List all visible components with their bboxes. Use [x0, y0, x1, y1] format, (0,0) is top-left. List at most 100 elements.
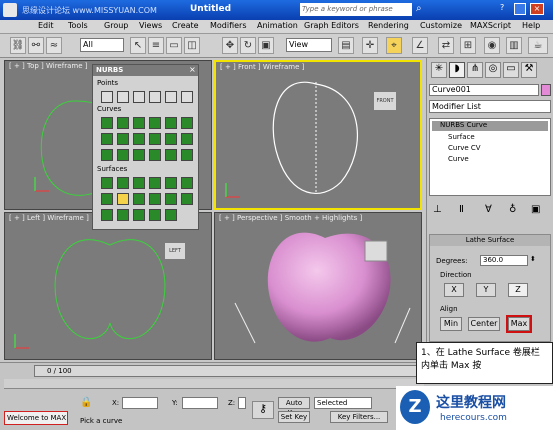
utilities-tab-icon[interactable]: ⚒: [521, 62, 537, 78]
snap-toggle-icon[interactable]: ⌖: [386, 37, 402, 54]
menu-tools[interactable]: Tools: [68, 21, 88, 30]
hierarchy-tab-icon[interactable]: ⋔: [467, 62, 483, 78]
chamfer-curve-icon[interactable]: [117, 133, 129, 145]
y-coordinate-field[interactable]: [182, 397, 218, 409]
blend-curve-icon[interactable]: [165, 117, 177, 129]
select-object-icon[interactable]: ↖: [130, 37, 146, 54]
lock-selection-icon[interactable]: 🔒: [80, 397, 92, 408]
menu-views[interactable]: Views: [139, 21, 162, 30]
pin-stack-icon[interactable]: ⊥: [433, 204, 442, 215]
menu-help[interactable]: Help: [522, 21, 540, 30]
normal-projected-curve-icon[interactable]: [101, 149, 113, 161]
fillet-surface-icon[interactable]: [165, 209, 177, 221]
mirror-icon[interactable]: ⇄: [438, 37, 454, 54]
vector-projected-curve-icon[interactable]: [117, 149, 129, 161]
multicurve-trim-icon[interactable]: [149, 209, 161, 221]
transform-surface-icon[interactable]: [133, 177, 145, 189]
fit-curve-icon[interactable]: [133, 117, 145, 129]
u-iso-curve-icon[interactable]: [165, 133, 177, 145]
menu-edit[interactable]: Edit: [38, 21, 54, 30]
nurbs-toolbox[interactable]: NURBS × Points Curves Surfaces: [92, 64, 199, 230]
angle-snap-icon[interactable]: ∠: [412, 37, 428, 54]
configure-modifier-sets-icon[interactable]: ▣: [531, 204, 540, 215]
search-input[interactable]: Type a keyword or phrase: [300, 3, 412, 16]
surface-surface-intersection-icon[interactable]: [149, 133, 161, 145]
mirror-curve-icon[interactable]: [101, 133, 113, 145]
fillet-curve-icon[interactable]: [133, 133, 145, 145]
direction-x-button[interactable]: X: [444, 283, 464, 297]
track-bar[interactable]: [4, 379, 424, 389]
display-tab-icon[interactable]: ▭: [503, 62, 519, 78]
multisided-blend-icon[interactable]: [133, 209, 145, 221]
degrees-spinner-icon[interactable]: ⬍: [530, 255, 536, 263]
bind-space-warp-icon[interactable]: ≈: [46, 37, 62, 54]
viewport-front[interactable]: [ + ] Front ] Wireframe ] FRONT: [214, 60, 422, 210]
modifier-stack[interactable]: NURBS Curve Surface Curve CV Curve: [429, 118, 551, 196]
align-max-button[interactable]: Max: [506, 315, 532, 333]
auto-key-button[interactable]: Auto Key: [278, 397, 310, 417]
menu-customize[interactable]: Customize: [420, 21, 462, 30]
blend-surface-icon[interactable]: [149, 177, 161, 189]
render-icon[interactable]: ☕: [528, 37, 548, 54]
reference-coordinate-select[interactable]: View: [286, 38, 332, 52]
viewport-perspective[interactable]: [ + ] Perspective ] Smooth + Highlights …: [214, 212, 422, 360]
stack-item-nurbs-curve[interactable]: NURBS Curve: [432, 121, 548, 131]
unlink-icon[interactable]: ⚯: [28, 37, 44, 54]
align-center-button[interactable]: Center: [468, 317, 500, 331]
make-unique-icon[interactable]: ∀: [485, 204, 492, 215]
select-by-name-icon[interactable]: ≡: [148, 37, 164, 54]
stack-item-curve-cv[interactable]: Curve CV: [448, 144, 481, 152]
close-icon[interactable]: ×: [189, 65, 196, 74]
extrude-surface-icon[interactable]: [101, 193, 113, 205]
point-curve-icon[interactable]: [117, 117, 129, 129]
set-key-button[interactable]: Set Key: [278, 411, 310, 423]
point-curve-on-surface-icon[interactable]: [149, 149, 161, 161]
rotate-icon[interactable]: ↻: [240, 37, 256, 54]
key-icon[interactable]: ⚷: [252, 401, 274, 419]
viewport-left[interactable]: [ + ] Left ] Wireframe ] LEFT: [4, 212, 212, 360]
link-icon[interactable]: ⛓: [10, 37, 26, 54]
modify-tab-icon[interactable]: ◗: [449, 62, 465, 78]
menu-create[interactable]: Create: [172, 21, 199, 30]
point-surface-icon[interactable]: [117, 177, 129, 189]
motion-tab-icon[interactable]: ◎: [485, 62, 501, 78]
x-coordinate-field[interactable]: [122, 397, 158, 409]
curve-curve-point-icon[interactable]: [149, 91, 161, 103]
render-setup-icon[interactable]: ▥: [506, 37, 522, 54]
offset-curve-icon[interactable]: [181, 117, 193, 129]
transform-curve-icon[interactable]: [149, 117, 161, 129]
mirror-surface-icon[interactable]: [181, 177, 193, 189]
key-mode-select[interactable]: Selected: [314, 397, 372, 409]
menu-group[interactable]: Group: [104, 21, 128, 30]
create-tab-icon[interactable]: ✳: [431, 62, 447, 78]
stack-item-surface[interactable]: Surface: [448, 133, 475, 141]
ruled-surface-icon[interactable]: [133, 193, 145, 205]
time-slider[interactable]: 0 / 100: [34, 365, 424, 377]
menu-graph-editors[interactable]: Graph Editors: [304, 21, 359, 30]
surface-curve-point-icon[interactable]: [181, 91, 193, 103]
material-editor-icon[interactable]: ◉: [484, 37, 500, 54]
offset-point-icon[interactable]: [117, 91, 129, 103]
direction-z-button[interactable]: Z: [508, 283, 528, 297]
help-icon[interactable]: ?: [500, 3, 504, 12]
cv-surface-icon[interactable]: [101, 177, 113, 189]
modifier-list-select[interactable]: Modifier List: [429, 100, 551, 113]
offset-surface-icon[interactable]: [165, 177, 177, 189]
direction-y-button[interactable]: Y: [476, 283, 496, 297]
surface-offset-curve-icon[interactable]: [165, 149, 177, 161]
create-point-icon[interactable]: [101, 91, 113, 103]
move-icon[interactable]: ✥: [222, 37, 238, 54]
surface-edge-curve-icon[interactable]: [181, 149, 193, 161]
menu-maxscript[interactable]: MAXScript: [470, 21, 511, 30]
selection-filter-select[interactable]: All: [80, 38, 124, 52]
menu-modifiers[interactable]: Modifiers: [210, 21, 247, 30]
close-button[interactable]: ×: [530, 3, 544, 15]
cv-curve-icon[interactable]: [101, 117, 113, 129]
key-filters-button[interactable]: Key Filters...: [330, 411, 388, 423]
object-color-swatch[interactable]: [541, 84, 551, 96]
degrees-input[interactable]: 360.0: [480, 255, 528, 266]
pivot-icon[interactable]: ▤: [338, 37, 354, 54]
uv-loft-surface-icon[interactable]: [181, 193, 193, 205]
app-icon[interactable]: [3, 3, 17, 17]
lathe-rollout-header[interactable]: Lathe Surface: [430, 235, 550, 246]
